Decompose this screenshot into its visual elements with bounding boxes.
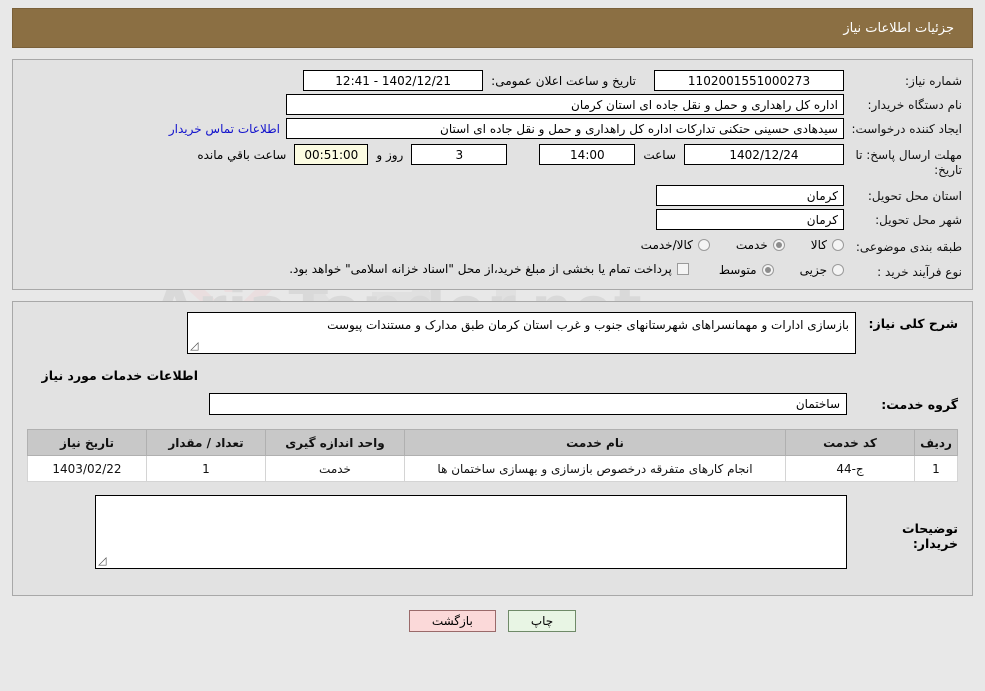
- category-label: طبقه بندی موضوعی:: [855, 240, 962, 254]
- province-value: کرمان: [656, 185, 844, 206]
- services-table-container: ردیف کد خدمت نام خدمت واحد اندازه گیری ت…: [13, 415, 972, 482]
- row-requester: ایجاد کننده درخواست: سیدهادی حسینی حتکنی…: [13, 115, 972, 139]
- radio-icon-selected: [761, 264, 774, 276]
- countdown-timer-value: 00:51:00: [294, 144, 369, 165]
- requester-label: ایجاد کننده درخواست:: [851, 122, 962, 136]
- page-root: جزئیات اطلاعات نیاز شماره نیاز: 11020015…: [0, 0, 985, 632]
- radio-icon: [832, 239, 844, 251]
- process-label: نوع فرآیند خرید :: [877, 265, 962, 279]
- buyer-notes-label: توضیحات خریدار:: [902, 521, 958, 551]
- row-city: شهر محل تحویل: کرمان: [13, 206, 972, 230]
- row-need-number: شماره نیاز: 1102001551000273 تاریخ و ساع…: [13, 67, 972, 91]
- treasury-note-label: پرداخت تمام یا بخشی از مبلغ خرید،از محل …: [289, 262, 672, 276]
- need-number-value: 1102001551000273: [654, 70, 844, 91]
- need-info-panel: شماره نیاز: 1102001551000273 تاریخ و ساع…: [12, 59, 973, 290]
- service-group-label: گروه خدمت:: [881, 396, 958, 412]
- process-radio-group: جزیی متوسط: [719, 261, 844, 277]
- table-row: 1 ج-44 انجام کارهای متفرقه درخصوص بازساز…: [27, 455, 958, 482]
- row-process-type: نوع فرآیند خرید : جزیی متوسط پرداخت تمام…: [13, 255, 972, 280]
- back-button[interactable]: بازگشت: [408, 610, 496, 632]
- resize-grip-icon[interactable]: ◺: [190, 339, 202, 352]
- col-code: کد خدمت: [785, 429, 915, 456]
- col-name: نام خدمت: [404, 429, 786, 456]
- deadline-hour-value: 14:00: [539, 144, 636, 165]
- row-category: طبقه بندی موضوعی: کالا خدمت کالا/خدمت: [13, 230, 972, 255]
- days-label: روز و: [376, 147, 404, 162]
- checkbox-treasury-bonds[interactable]: پرداخت تمام یا بخشی از مبلغ خرید،از محل …: [289, 262, 689, 276]
- radio-label: جزیی: [799, 263, 827, 277]
- timer-label: ساعت باقي مانده: [197, 147, 287, 162]
- city-label: شهر محل تحویل:: [875, 213, 962, 227]
- page-title: جزئیات اطلاعات نیاز: [12, 8, 973, 48]
- services-table: ردیف کد خدمت نام خدمت واحد اندازه گیری ت…: [27, 429, 958, 482]
- radio-process-minor[interactable]: جزیی: [800, 263, 844, 277]
- description-text: بازسازی ادارات و مهمانسراهای شهرستانهای …: [327, 318, 849, 332]
- province-label: استان محل تحویل:: [867, 189, 962, 203]
- checkbox-icon: [676, 263, 689, 275]
- col-row: ردیف: [914, 429, 958, 456]
- cell-quantity: 1: [146, 455, 266, 482]
- table-header-row: ردیف کد خدمت نام خدمت واحد اندازه گیری ت…: [27, 429, 958, 456]
- deadline-label: مهلت ارسال پاسخ: تا تاریخ:: [855, 148, 962, 177]
- description-value: بازسازی ادارات و مهمانسراهای شهرستانهای …: [187, 312, 856, 354]
- cell-code: ج-44: [785, 455, 915, 482]
- action-button-bar: چاپ بازگشت: [0, 596, 985, 632]
- service-group-value: ساختمان: [209, 393, 847, 415]
- radio-label: متوسط: [718, 263, 757, 277]
- deadline-date-value: 1402/12/24: [684, 144, 844, 165]
- col-quantity: تعداد / مقدار: [146, 429, 266, 456]
- buyer-org-label: نام دستگاه خریدار:: [867, 98, 963, 112]
- radio-icon-selected: [772, 239, 785, 251]
- radio-process-medium[interactable]: متوسط: [719, 263, 774, 277]
- radio-category-service[interactable]: خدمت: [736, 238, 785, 252]
- row-buyer-org: نام دستگاه خریدار: اداره کل راهداری و حم…: [13, 91, 972, 115]
- radio-label: خدمت: [735, 238, 768, 252]
- cell-row: 1: [914, 455, 958, 482]
- resize-grip-icon[interactable]: ◺: [98, 554, 110, 567]
- announce-datetime-value: 1402/12/21 - 12:41: [303, 70, 484, 91]
- category-radio-group: کالا خدمت کالا/خدمت: [641, 236, 844, 252]
- titlebar-container: جزئیات اطلاعات نیاز: [0, 0, 985, 48]
- cell-name: انجام کارهای متفرقه درخصوص بازسازی و بهس…: [404, 455, 786, 482]
- radio-category-goods-service[interactable]: کالا/خدمت: [641, 238, 710, 252]
- cell-date: 1403/02/22: [27, 455, 147, 482]
- announce-datetime-label: تاریخ و ساعت اعلان عمومی:: [491, 73, 636, 88]
- radio-icon: [697, 239, 710, 251]
- radio-category-goods[interactable]: کالا: [811, 238, 844, 252]
- col-date: تاریخ نیاز: [27, 429, 147, 456]
- buyer-org-value: اداره کل راهداری و حمل و نقل جاده ای است…: [286, 94, 844, 115]
- row-service-group: گروه خدمت: ساختمان: [13, 393, 972, 415]
- radio-label: کالا: [810, 238, 827, 252]
- buyer-contact-link[interactable]: اطلاعات تماس خریدار: [169, 122, 280, 136]
- print-button[interactable]: چاپ: [507, 610, 577, 632]
- requester-value: سیدهادی حسینی حتکنی تدارکات اداره کل راه…: [286, 118, 844, 139]
- cell-unit: خدمت: [265, 455, 405, 482]
- col-unit: واحد اندازه گیری: [265, 429, 405, 456]
- radio-icon: [832, 264, 844, 276]
- description-label: شرح کلی نیاز:: [868, 316, 958, 331]
- days-remaining-value: 3: [411, 144, 508, 165]
- row-general-description: شرح کلی نیاز: بازسازی ادارات و مهمانسراه…: [13, 312, 972, 354]
- services-section-heading: اطلاعات خدمات مورد نیاز: [41, 368, 199, 383]
- services-panel: شرح کلی نیاز: بازسازی ادارات و مهمانسراه…: [12, 301, 973, 596]
- city-value: کرمان: [656, 209, 844, 230]
- need-number-label: شماره نیاز:: [905, 74, 962, 88]
- row-province: استان محل تحویل: کرمان: [13, 178, 972, 206]
- radio-label: کالا/خدمت: [640, 238, 693, 252]
- buyer-notes-value: ◺: [95, 495, 847, 569]
- row-buyer-notes: توضیحات خریدار: ◺: [13, 482, 972, 583]
- hour-label: ساعت: [643, 147, 676, 162]
- row-deadline: مهلت ارسال پاسخ: تا تاریخ: 1402/12/24 سا…: [13, 139, 972, 178]
